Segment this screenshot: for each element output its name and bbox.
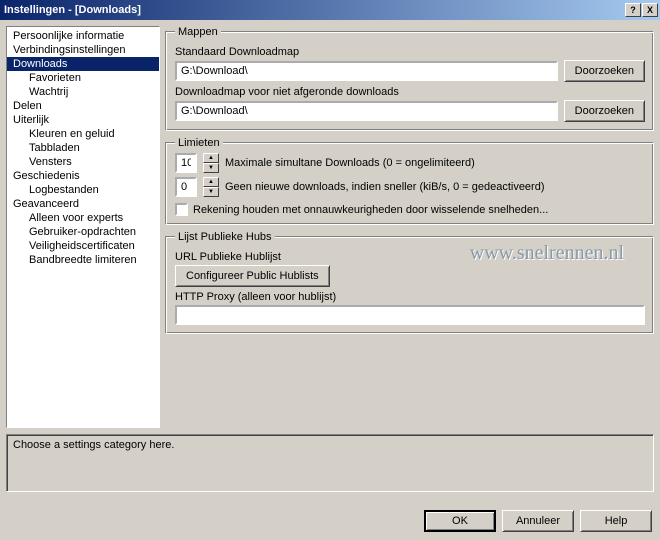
unfinished-folder-input[interactable] bbox=[175, 101, 558, 121]
speed-limit-label: Geen nieuwe downloads, indien sneller (k… bbox=[225, 181, 545, 193]
hubs-legend: Lijst Publieke Hubs bbox=[175, 231, 275, 243]
tree-item[interactable]: Kleuren en geluid bbox=[7, 127, 159, 141]
tree-item[interactable]: Verbindingsinstellingen bbox=[7, 43, 159, 57]
hint-text: Choose a settings category here. bbox=[13, 439, 174, 451]
inaccuracy-checkbox[interactable] bbox=[175, 203, 188, 216]
limits-group: Limieten ▲ ▼ Maximale simultane Download… bbox=[166, 137, 654, 225]
tree-item[interactable]: Geschiedenis bbox=[7, 169, 159, 183]
configure-hublists-button[interactable]: Configureer Public Hublists bbox=[175, 265, 330, 287]
speed-limit-spinner: ▲ ▼ bbox=[203, 177, 219, 197]
spinner-up-icon[interactable]: ▲ bbox=[203, 153, 219, 163]
tree-item[interactable]: Tabbladen bbox=[7, 141, 159, 155]
window-title: Instellingen - [Downloads] bbox=[4, 4, 625, 16]
max-downloads-input[interactable] bbox=[175, 153, 197, 173]
tree-item[interactable]: Delen bbox=[7, 99, 159, 113]
max-downloads-label: Maximale simultane Downloads (0 = ongeli… bbox=[225, 157, 475, 169]
tree-item[interactable]: Persoonlijke informatie bbox=[7, 29, 159, 43]
category-tree: Persoonlijke informatieVerbindingsinstel… bbox=[6, 26, 160, 428]
tree-item[interactable]: Wachtrij bbox=[7, 85, 159, 99]
tree-item[interactable]: Veiligheidscertificaten bbox=[7, 239, 159, 253]
folders-group: Mappen Standaard Downloadmap Doorzoeken … bbox=[166, 26, 654, 131]
hubs-group: Lijst Publieke Hubs URL Publieke Hublijs… bbox=[166, 231, 654, 334]
titlebar: Instellingen - [Downloads] ? X bbox=[0, 0, 660, 20]
default-folder-label: Standaard Downloadmap bbox=[175, 46, 645, 58]
hublist-url-label: URL Publieke Hublijst bbox=[175, 251, 645, 263]
unfinished-folder-label: Downloadmap voor niet afgeronde download… bbox=[175, 86, 645, 98]
tree-item[interactable]: Vensters bbox=[7, 155, 159, 169]
help-icon[interactable]: ? bbox=[625, 3, 641, 17]
tree-item[interactable]: Favorieten bbox=[7, 71, 159, 85]
inaccuracy-label: Rekening houden met onnauwkeurigheden do… bbox=[193, 204, 548, 216]
limits-legend: Limieten bbox=[175, 137, 223, 149]
browse-default-button[interactable]: Doorzoeken bbox=[564, 60, 645, 82]
http-proxy-label: HTTP Proxy (alleen voor hublijst) bbox=[175, 291, 645, 303]
tree-item[interactable]: Downloads bbox=[7, 57, 159, 71]
help-button[interactable]: Help bbox=[580, 510, 652, 532]
tree-item[interactable]: Uiterlijk bbox=[7, 113, 159, 127]
tree-item[interactable]: Gebruiker-opdrachten bbox=[7, 225, 159, 239]
ok-button[interactable]: OK bbox=[424, 510, 496, 532]
dialog-buttons: OK Annuleer Help bbox=[424, 510, 652, 532]
tree-item[interactable]: Bandbreedte limiteren bbox=[7, 253, 159, 267]
folders-legend: Mappen bbox=[175, 26, 221, 38]
tree-item[interactable]: Logbestanden bbox=[7, 183, 159, 197]
spinner-up-icon[interactable]: ▲ bbox=[203, 177, 219, 187]
speed-limit-input[interactable] bbox=[175, 177, 197, 197]
tree-item[interactable]: Geavanceerd bbox=[7, 197, 159, 211]
hint-box: Choose a settings category here. bbox=[6, 434, 654, 492]
spinner-down-icon[interactable]: ▼ bbox=[203, 187, 219, 197]
close-icon[interactable]: X bbox=[642, 3, 658, 17]
spinner-down-icon[interactable]: ▼ bbox=[203, 163, 219, 173]
default-folder-input[interactable] bbox=[175, 61, 558, 81]
settings-panel: Mappen Standaard Downloadmap Doorzoeken … bbox=[166, 26, 654, 428]
tree-item[interactable]: Alleen voor experts bbox=[7, 211, 159, 225]
http-proxy-input[interactable] bbox=[175, 305, 645, 325]
browse-unfinished-button[interactable]: Doorzoeken bbox=[564, 100, 645, 122]
max-downloads-spinner: ▲ ▼ bbox=[203, 153, 219, 173]
cancel-button[interactable]: Annuleer bbox=[502, 510, 574, 532]
